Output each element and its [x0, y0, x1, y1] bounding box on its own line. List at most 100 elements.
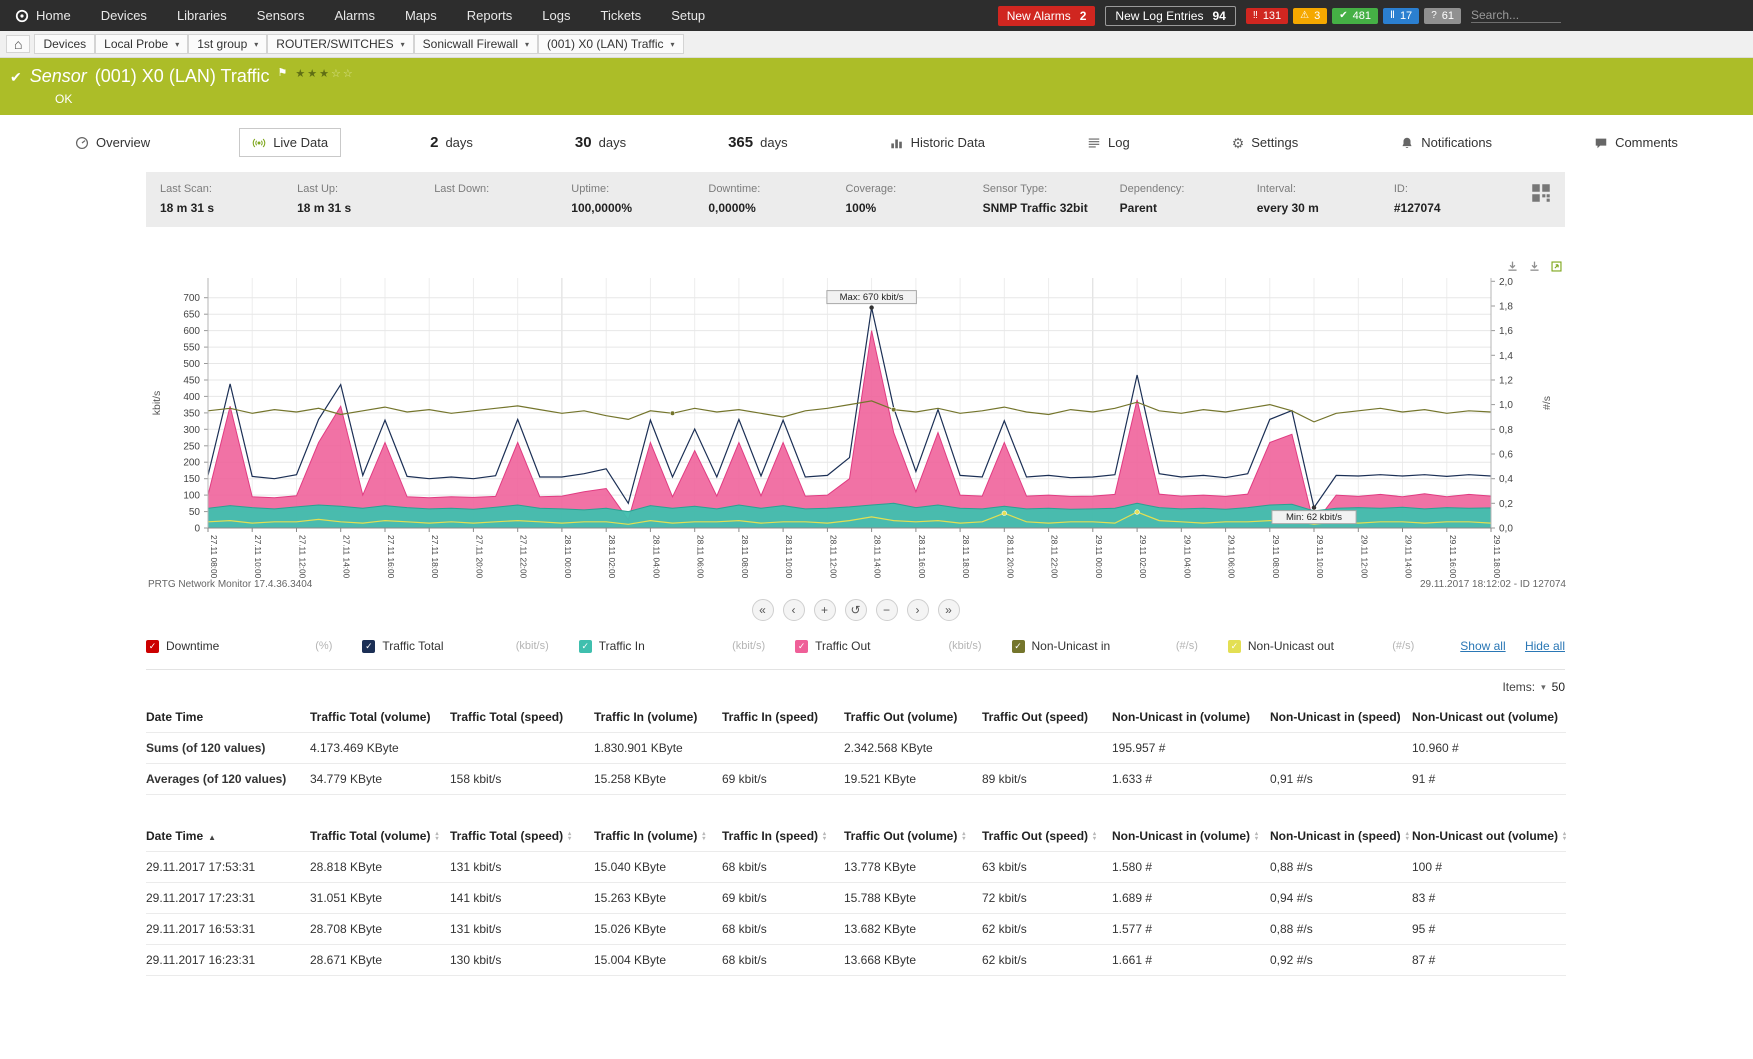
download-data-button[interactable]: [1528, 259, 1541, 273]
col-traffic-total-speed[interactable]: Traffic Total (speed)▴▾: [450, 821, 594, 852]
pan-left-button[interactable]: ‹: [783, 599, 805, 621]
breadcrumb-001-x0-lan-traffic[interactable]: (001) X0 (LAN) Traffic▾: [538, 34, 684, 54]
svg-text:29.11.2017 18:12:02 - ID 12707: 29.11.2017 18:12:02 - ID 127074: [1420, 579, 1566, 590]
tab-overview[interactable]: Overview: [62, 128, 163, 157]
nav-maps[interactable]: Maps: [390, 0, 452, 31]
legend-checkbox[interactable]: ✓: [795, 640, 808, 653]
status-badge-warning[interactable]: ⚠3: [1293, 8, 1327, 24]
pan-right-button[interactable]: ›: [907, 599, 929, 621]
show-all-link[interactable]: Show all: [1460, 639, 1505, 653]
legend-checkbox[interactable]: ✓: [579, 640, 592, 653]
nav-home[interactable]: Home: [0, 0, 86, 31]
col-traffic-out-speed[interactable]: Traffic Out (speed)▴▾: [982, 821, 1112, 852]
nav-tickets[interactable]: Tickets: [585, 0, 656, 31]
expand-graph-button[interactable]: [1550, 259, 1563, 273]
legend-checkbox[interactable]: ✓: [146, 640, 159, 653]
legend-checkbox[interactable]: ✓: [1228, 640, 1241, 653]
column-label: Traffic Total (speed): [450, 829, 563, 843]
info-value: every 30 m: [1257, 201, 1394, 215]
table-row[interactable]: 29.11.2017 16:53:3128.708 KByte131 kbit/…: [146, 914, 1566, 945]
col-non-unicast-in-speed[interactable]: Non-Unicast in (speed)▴▾: [1270, 821, 1412, 852]
col-traffic-in-volume[interactable]: Traffic In (volume)▴▾: [594, 821, 722, 852]
svg-text:29.11 08:00: 29.11 08:00: [1271, 535, 1281, 579]
table-cell: 31.051 KByte: [310, 883, 450, 914]
table-cell: 1.577 #: [1112, 914, 1270, 945]
star-icon[interactable]: ★: [307, 68, 319, 80]
search-input[interactable]: [1471, 8, 1561, 23]
breadcrumb-router-switches[interactable]: ROUTER/SWITCHES▾: [267, 34, 413, 54]
reset-zoom-button[interactable]: ↺: [845, 599, 867, 621]
pan-far-right-button[interactable]: »: [938, 599, 960, 621]
info-sensor-type: Sensor Type:SNMP Traffic 32bit: [983, 183, 1120, 215]
col-traffic-out-volume: Traffic Out (volume): [844, 702, 982, 733]
table-cell: 29.11.2017 16:23:31: [146, 945, 310, 976]
new-log-entries-count: 94: [1212, 9, 1225, 23]
nav-libraries[interactable]: Libraries: [162, 0, 242, 31]
new-log-entries-button[interactable]: New Log Entries 94: [1105, 6, 1235, 26]
status-badge-down[interactable]: ‼131: [1246, 8, 1288, 24]
nav-setup[interactable]: Setup: [656, 0, 720, 31]
column-label: Non-Unicast out (volume): [1412, 829, 1558, 843]
breadcrumb-local-probe[interactable]: Local Probe▾: [95, 34, 188, 54]
column-label: Traffic In (volume): [594, 829, 697, 843]
traffic-chart-container[interactable]: 0501001502002503003504004505005506006507…: [146, 251, 1565, 591]
table-row[interactable]: 29.11.2017 16:23:3128.671 KByte130 kbit/…: [146, 945, 1566, 976]
column-label: Non-Unicast in (speed): [1270, 710, 1401, 724]
tab-log[interactable]: Log: [1074, 128, 1143, 157]
svg-text:28.11 16:00: 28.11 16:00: [917, 535, 927, 579]
tab-live-data[interactable]: Live Data: [239, 128, 341, 157]
col-traffic-in-speed[interactable]: Traffic In (speed)▴▾: [722, 821, 844, 852]
tab-comments[interactable]: Comments: [1581, 128, 1691, 157]
download-graph-button[interactable]: [1506, 259, 1519, 273]
col-traffic-out-volume[interactable]: Traffic Out (volume)▴▾: [844, 821, 982, 852]
breadcrumb-1st-group[interactable]: 1st group▾: [188, 34, 267, 54]
nav-logs[interactable]: Logs: [527, 0, 585, 31]
star-icon[interactable]: ☆: [343, 68, 355, 80]
star-icon[interactable]: ★: [295, 68, 307, 80]
col-date-time[interactable]: Date Time▲: [146, 821, 310, 852]
nav-alarms[interactable]: Alarms: [320, 0, 390, 31]
col-non-unicast-in-volume[interactable]: Non-Unicast in (volume)▴▾: [1112, 821, 1270, 852]
priority-stars[interactable]: ★★★☆☆: [295, 67, 354, 80]
flag-icon[interactable]: ⚑: [278, 66, 288, 79]
star-icon[interactable]: ★: [319, 68, 331, 80]
tab-notifications[interactable]: Notifications: [1387, 128, 1505, 157]
svg-text:1,2: 1,2: [1499, 376, 1513, 387]
hide-all-link[interactable]: Hide all: [1525, 639, 1565, 653]
status-badge-paused[interactable]: Ⅱ17: [1383, 8, 1419, 24]
legend-checkbox[interactable]: ✓: [362, 640, 375, 653]
table-row[interactable]: 29.11.2017 17:23:3131.051 KByte141 kbit/…: [146, 883, 1566, 914]
status-badge-up[interactable]: ✔481: [1332, 8, 1378, 24]
star-icon[interactable]: ☆: [331, 68, 343, 80]
col-traffic-total-volume[interactable]: Traffic Total (volume)▴▾: [310, 821, 450, 852]
col-non-unicast-out-volume[interactable]: Non-Unicast out (volume)▴▾: [1412, 821, 1566, 852]
new-alarms-button[interactable]: New Alarms 2: [998, 6, 1096, 26]
legend-checkbox[interactable]: ✓: [1012, 640, 1025, 653]
chart-icon: [890, 136, 904, 150]
zoom-in-button[interactable]: +: [814, 599, 836, 621]
home-icon[interactable]: ⌂: [6, 35, 30, 53]
tab-2-days[interactable]: 2days: [417, 127, 486, 158]
nav-label: Alarms: [335, 8, 375, 23]
tab-settings[interactable]: ⚙Settings: [1219, 128, 1312, 157]
nav-reports[interactable]: Reports: [452, 0, 528, 31]
sort-icon: ▴▾: [823, 832, 826, 842]
items-count-control[interactable]: Items: ▾ 50: [146, 680, 1565, 694]
traffic-chart[interactable]: 0501001502002503003504004505005506006507…: [146, 251, 1566, 591]
summary-cell: 69 kbit/s: [722, 764, 844, 795]
tab-365-days[interactable]: 365days: [715, 127, 801, 158]
legend-traffic-in: ✓Traffic In(kbit/s): [579, 639, 795, 653]
breadcrumb-devices[interactable]: Devices: [34, 34, 95, 54]
nav-sensors[interactable]: Sensors: [242, 0, 320, 31]
table-cell: 13.668 KByte: [844, 945, 982, 976]
zoom-out-button[interactable]: −: [876, 599, 898, 621]
breadcrumb-sonicwall-firewall[interactable]: Sonicwall Firewall▾: [414, 34, 538, 54]
tab-30-days[interactable]: 30days: [562, 127, 639, 158]
status-badge-unknown[interactable]: ?61: [1424, 8, 1461, 24]
table-cell: 62 kbit/s: [982, 914, 1112, 945]
pan-far-left-button[interactable]: «: [752, 599, 774, 621]
table-row[interactable]: 29.11.2017 17:53:3128.818 KByte131 kbit/…: [146, 852, 1566, 883]
tab-historic-data[interactable]: Historic Data: [877, 128, 998, 157]
nav-devices[interactable]: Devices: [86, 0, 162, 31]
expand-icon: [1550, 260, 1563, 273]
